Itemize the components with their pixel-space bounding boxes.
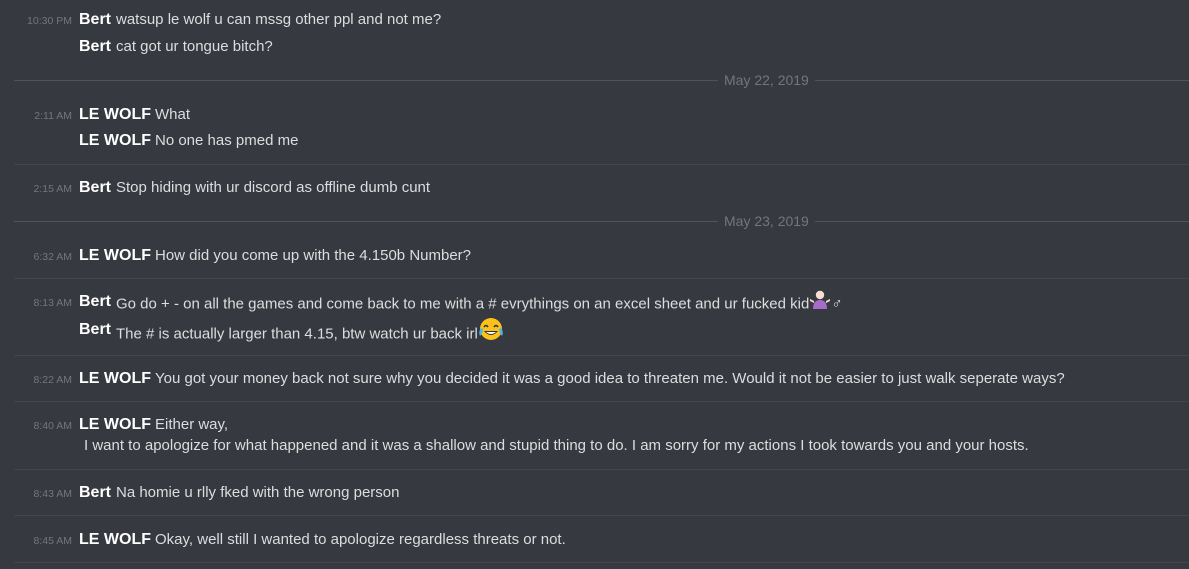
timestamp: 8:13 AM: [33, 297, 72, 309]
author-name[interactable]: LE WOLF: [79, 130, 151, 152]
message-text: Go do + - on all the games and come back…: [116, 289, 843, 318]
message-text: The # is actually larger than 4.15, btw …: [116, 317, 504, 350]
message-divider: [14, 164, 1189, 165]
author-name[interactable]: LE WOLF: [79, 368, 151, 390]
author-name[interactable]: LE WOLF: [79, 104, 151, 126]
author-name[interactable]: LE WOLF: [79, 529, 151, 551]
message-text: Okay, well still I wanted to apologize r…: [155, 531, 566, 548]
author-name[interactable]: Bert: [79, 291, 111, 313]
date-separator: May 23, 2019: [14, 211, 1189, 231]
message-text: I want to apologize for what happened an…: [84, 437, 1029, 454]
timestamp: 8:40 AM: [33, 420, 72, 432]
message-divider: [14, 355, 1189, 356]
message-text: What: [155, 106, 191, 123]
author-name[interactable]: LE WOLF: [79, 245, 151, 267]
message-text: Stop hiding with ur discord as offline d…: [116, 179, 431, 196]
message-text-body: The # is actually larger than 4.15, btw …: [116, 325, 478, 343]
message-divider: [14, 278, 1189, 279]
message-divider: [14, 515, 1189, 516]
date-label: May 23, 2019: [718, 211, 815, 231]
timestamp: 8:22 AM: [33, 374, 72, 386]
date-label: May 22, 2019: [718, 70, 815, 90]
author-name[interactable]: Bert: [79, 319, 111, 341]
timestamp: 8:43 AM: [33, 488, 72, 500]
message-text: watsup le wolf u can mssg other ppl and …: [116, 11, 442, 28]
date-separator: May 22, 2019: [14, 70, 1189, 90]
male-sign: ♂: [831, 295, 843, 313]
message-divider: [14, 562, 1189, 563]
timestamp: 6:32 AM: [33, 251, 72, 263]
timestamp: 2:11 AM: [34, 110, 72, 122]
person-shrugging-emoji: [809, 289, 831, 316]
chat-messages: 10:30 PM Bert watsup le wolf u can mssg …: [0, 0, 1189, 569]
author-name[interactable]: Bert: [79, 177, 111, 199]
message-text: cat got ur tongue bitch?: [116, 38, 273, 55]
message-divider: [14, 401, 1189, 402]
message-divider: [14, 469, 1189, 470]
timestamp: 8:45 AM: [33, 535, 72, 547]
message-text: How did you come up with the 4.150b Numb…: [155, 247, 472, 264]
message-text-body: Go do + - on all the games and come back…: [116, 295, 810, 313]
timestamp: 10:30 PM: [27, 15, 72, 27]
author-name[interactable]: Bert: [79, 36, 111, 58]
timestamp: 2:15 AM: [33, 183, 72, 195]
author-name[interactable]: Bert: [79, 482, 111, 504]
author-name[interactable]: LE WOLF: [79, 414, 151, 436]
author-name[interactable]: Bert: [79, 9, 111, 31]
message-text: Na homie u rlly fked with the wrong pers…: [116, 484, 400, 501]
face-with-tears-of-joy-emoji: [478, 317, 504, 348]
message-text: No one has pmed me: [155, 132, 299, 149]
message-text: You got your money back not sure why you…: [155, 370, 1065, 387]
message-text: Either way,: [155, 416, 229, 433]
